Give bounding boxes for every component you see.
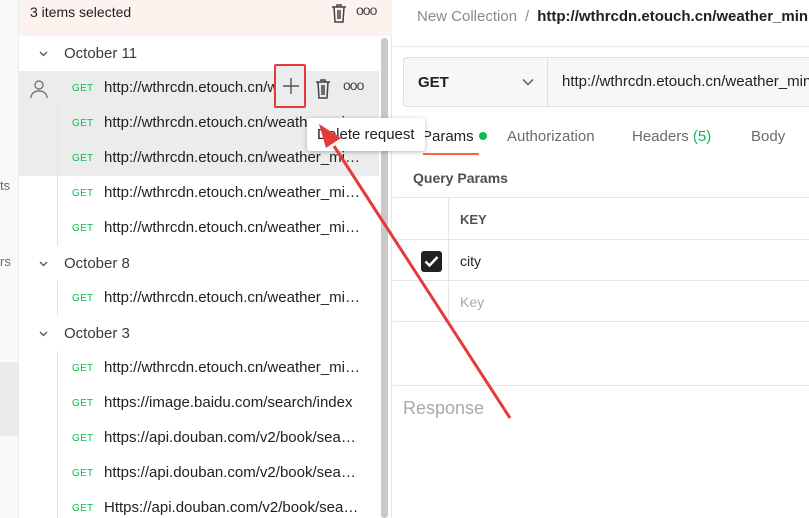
trash-icon[interactable]	[330, 3, 348, 23]
table-row: city	[393, 239, 809, 281]
method-badge: GET	[72, 118, 94, 129]
method-badge: GET	[72, 293, 94, 304]
row-actions: ooo	[274, 64, 379, 108]
param-key[interactable]: city	[460, 253, 481, 269]
method-value: GET	[418, 74, 449, 91]
request-url: http://wthrcdn.etouch.cn/weather_mini?ci…	[104, 219, 360, 236]
chevron-down-icon	[522, 79, 534, 86]
scrollbar[interactable]	[381, 38, 388, 518]
request-url: http://wthrcdn.etouch.cn/weather_mini?ci…	[104, 79, 276, 96]
selection-count: 3 items selected	[30, 4, 132, 20]
history-row[interactable]: GET https://api.douban.com/v2/book/searc…	[19, 456, 379, 491]
method-badge: GET	[72, 223, 94, 234]
method-badge: GET	[72, 433, 94, 444]
method-badge: GET	[72, 398, 94, 409]
breadcrumb: New Collection / http://wthrcdn.etouch.cn/…	[417, 8, 809, 25]
chevron-down-icon	[39, 331, 48, 337]
request-url: http://wthrcdn.etouch.cn/weather_mini?ci…	[104, 184, 360, 201]
history-row[interactable]: GET http://wthrcdn.etouch.cn/weather_min…	[19, 281, 379, 316]
method-badge: GET	[72, 503, 94, 514]
request-url: https://api.douban.com/v2/book/search	[104, 464, 360, 481]
param-key-placeholder[interactable]: Key	[460, 294, 484, 310]
chevron-down-icon	[39, 261, 48, 267]
checkmark-icon	[424, 256, 439, 268]
breadcrumb-separator: /	[525, 8, 530, 25]
tab-params[interactable]: Params	[422, 128, 487, 145]
method-dropdown[interactable]: GET	[404, 58, 548, 106]
history-row[interactable]: GET https://api.douban.com/v2/book/searc…	[19, 421, 379, 456]
delete-request-tooltip: Delete request	[307, 118, 425, 151]
history-row[interactable]: GET Https://api.douban.com/v2/book/searc…	[19, 491, 379, 518]
history-row[interactable]: GET http://wthrcdn.etouch.cn/weather_min…	[19, 351, 379, 386]
params-active-dot	[478, 132, 487, 140]
history-panel: 3 items selected ooo October 11 GET http…	[19, 0, 392, 518]
tab-headers-label: Headers	[632, 128, 689, 145]
request-editor: New Collection / http://wthrcdn.etouch.cn/…	[393, 0, 809, 518]
active-tab-indicator	[423, 153, 479, 155]
history-group-label: October 11	[64, 45, 138, 62]
sidebar-selected-item[interactable]	[0, 362, 19, 436]
method-badge: GET	[72, 468, 94, 479]
method-badge: GET	[72, 153, 94, 164]
request-url: http://wthrcdn.etouch.cn/weather_mini?ci…	[104, 289, 360, 306]
breadcrumb-collection[interactable]: New Collection	[417, 8, 517, 25]
selection-header: 3 items selected ooo	[19, 0, 392, 36]
breadcrumb-request[interactable]: http://wthrcdn.etouch.cn/weather_mini	[537, 8, 809, 25]
tab-headers[interactable]: Headers (5)	[632, 128, 711, 145]
request-url: https://api.douban.com/v2/book/search	[104, 429, 360, 446]
history-row[interactable]: GET http://wthrcdn.etouch.cn/weather_min…	[19, 176, 379, 211]
history-group-label: October 8	[64, 255, 130, 272]
method-badge: GET	[72, 363, 94, 374]
history-group-header[interactable]: October 11	[19, 36, 379, 71]
add-to-collection-button[interactable]	[274, 64, 306, 108]
request-url: https://image.baidu.com/search/index	[104, 394, 353, 411]
history-group-header[interactable]: October 8	[19, 246, 379, 281]
param-enabled-checkbox[interactable]	[421, 251, 442, 272]
request-bar: GET http://wthrcdn.etouch.cn/weather_min…	[403, 57, 809, 107]
tab-authorization[interactable]: Authorization	[507, 128, 595, 145]
key-column-header: KEY	[460, 212, 487, 227]
history-row[interactable]: GET http://wthrcdn.etouch.cn/weather_min…	[19, 211, 379, 246]
more-options-icon[interactable]: ooo	[343, 77, 364, 93]
tab-body[interactable]: Body	[751, 128, 785, 145]
url-input[interactable]: http://wthrcdn.etouch.cn/weather_mini	[562, 73, 809, 90]
tab-params-label: Params	[422, 128, 474, 145]
table-row: Key	[393, 280, 809, 322]
more-options-icon[interactable]: ooo	[356, 2, 377, 18]
user-icon	[30, 80, 48, 99]
sidebar-text-fragment: ts	[0, 178, 11, 193]
request-url: http://wthrcdn.etouch.cn/weather_mini?ci…	[104, 359, 360, 376]
request-url: http://wthrcdn.etouch.cn/weather_mini?ci…	[104, 149, 360, 166]
history-group-header[interactable]: October 3	[19, 316, 379, 351]
sidebar-text-fragment: rs	[0, 254, 11, 269]
headers-count: (5)	[692, 128, 712, 145]
method-badge: GET	[72, 188, 94, 199]
trash-icon[interactable]	[314, 78, 332, 99]
query-params-title: Query Params	[413, 170, 508, 186]
left-sidebar-strip: ts rs	[0, 0, 19, 518]
table-header-row: KEY	[393, 197, 809, 239]
history-row[interactable]: GET https://image.baidu.com/search/index	[19, 386, 379, 421]
plus-icon	[283, 78, 299, 94]
history-group-label: October 3	[64, 325, 130, 342]
request-url: Https://api.douban.com/v2/book/search	[104, 499, 360, 516]
chevron-down-icon	[39, 51, 48, 57]
method-badge: GET	[72, 83, 94, 94]
response-title: Response	[403, 398, 485, 418]
